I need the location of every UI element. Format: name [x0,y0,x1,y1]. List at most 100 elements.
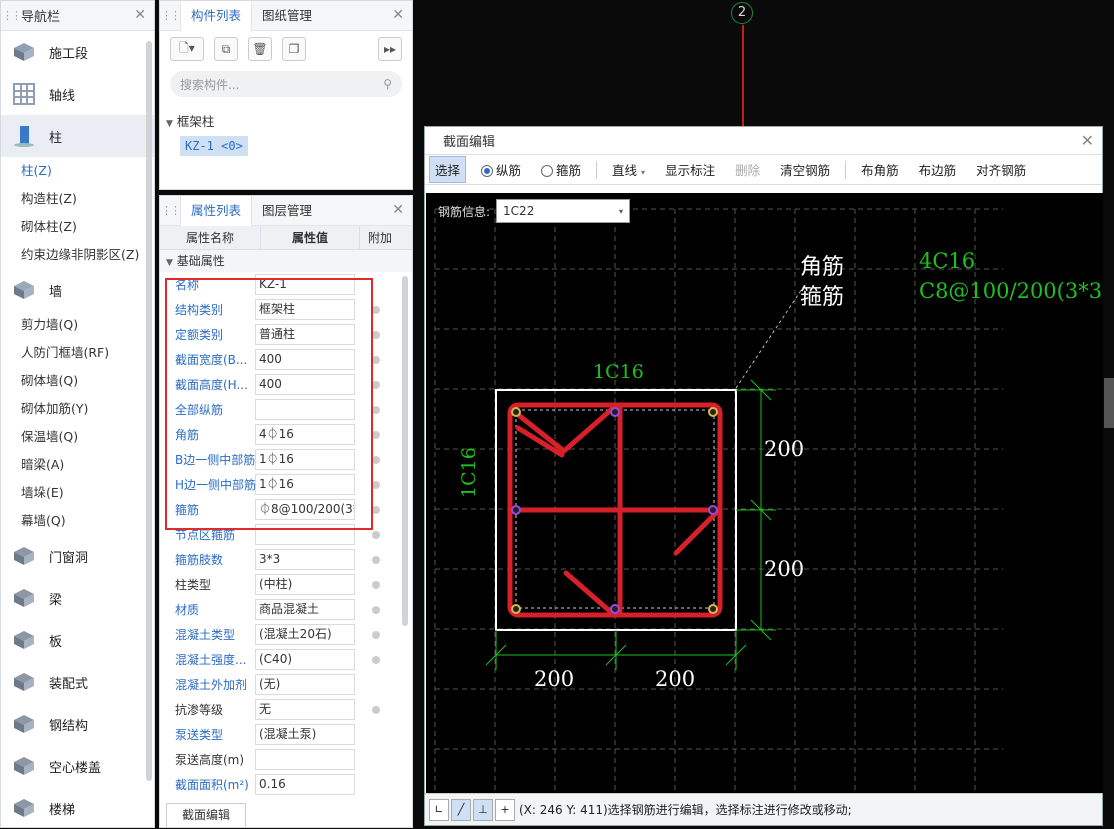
dim-bottom-2[interactable]: 200 [655,667,695,691]
props-scrollbar[interactable] [402,276,408,626]
dim-bottom-1[interactable]: 200 [534,667,574,691]
nav-item-construction-segment[interactable]: 施工段 [1,31,154,73]
nav-item-beam[interactable]: 梁 [1,577,154,619]
close-icon[interactable]: ✕ [1081,131,1094,150]
property-value-input[interactable]: 无 [255,699,355,720]
property-value-input[interactable]: (C40) [255,649,355,670]
show-label-button[interactable]: 显示标注 [660,157,720,182]
line-mode-icon[interactable]: ╱ [451,798,471,821]
property-value-input[interactable] [255,524,355,545]
close-icon[interactable]: ✕ [392,202,404,218]
clear-rebar-button[interactable]: 清空钢筋 [775,157,835,182]
tab-property-list[interactable]: 属性列表 [180,195,253,226]
extra-checkbox-icon[interactable] [372,355,380,364]
extra-checkbox-icon[interactable] [372,405,380,414]
extra-checkbox-icon[interactable] [372,455,380,464]
left-edge-label[interactable]: 1C16 [458,447,480,498]
nav-subitem[interactable]: 柱(Z) [1,157,154,185]
extra-checkbox-icon[interactable] [372,430,380,439]
nav-item-door-window[interactable]: 门窗洞 [1,535,154,577]
extra-checkbox-icon[interactable] [372,630,380,639]
extra-checkbox-icon[interactable] [372,480,380,489]
extra-checkbox-icon[interactable] [372,330,380,339]
add-icon[interactable]: + [495,798,515,821]
new-component-icon[interactable]: 🗋▾ [170,37,204,61]
copy-icon[interactable]: ⧉ [214,37,238,61]
property-value-input[interactable]: 商品混凝土 [255,599,355,620]
nav-subitem[interactable]: 保温墙(Q) [1,423,154,451]
search-input[interactable]: 搜索构件... ⚲ [170,71,402,97]
property-value-input[interactable]: 1⏀16 [255,474,355,495]
tab-section-edit[interactable]: 截面编辑 [166,803,246,827]
property-value-input[interactable]: 3*3 [255,549,355,570]
extra-checkbox-icon[interactable] [372,655,380,664]
section-canvas[interactable]: 角筋 箍筋 4C16 C8@100/200(3*3 1C16 1C16 200 … [426,193,1103,793]
nav-subitem[interactable]: 暗梁(A) [1,451,154,479]
delete-icon[interactable]: 🗑 [248,37,272,61]
nav-item-slab[interactable]: 板 [1,619,154,661]
property-value-input[interactable]: (混凝土20石) [255,624,355,645]
property-value-input[interactable]: (无) [255,674,355,695]
nav-item-grid-axis[interactable]: 轴线 [1,73,154,115]
drag-grip-icon[interactable]: ⋮⋮ [1,10,22,21]
label-corner-text[interactable]: 角筋 [800,249,844,281]
property-value-input[interactable] [255,749,355,770]
nav-subitem[interactable]: 砌体墙(Q) [1,367,154,395]
nav-subitem[interactable]: 幕墙(Q) [1,507,154,535]
property-value-input[interactable]: 普通柱 [255,324,355,345]
expand-icon[interactable]: ▸▸ [378,37,402,61]
stirrup-radio[interactable]: 箍筋 [536,157,586,182]
extra-checkbox-icon[interactable] [372,605,380,614]
value-stirrup-text[interactable]: C8@100/200(3*3 [919,279,1102,303]
nav-item-hollow-floor[interactable]: 空心楼盖 [1,745,154,787]
extra-checkbox-icon[interactable] [372,305,380,314]
corner-rebar-button[interactable]: 布角筋 [856,157,904,182]
copy-to-floor-icon[interactable]: ❐ [282,37,306,61]
extra-checkbox-icon[interactable] [372,705,380,714]
dialog-titlebar[interactable]: 截面编辑 ✕ [425,127,1102,155]
tab-component-list[interactable]: 构件列表 [180,0,253,31]
label-stirrup-text[interactable]: 箍筋 [800,279,844,311]
section-basic[interactable]: ▼ 基础属性 [160,250,412,272]
top-edge-label[interactable]: 1C16 [593,361,644,383]
extra-checkbox-icon[interactable] [372,380,380,389]
property-value-input[interactable]: (混凝土泵) [255,724,355,745]
tab-layer-manage[interactable]: 图层管理 [252,196,322,226]
rebar-info-select[interactable]: 1C22 ▾ [496,199,631,223]
nav-scrollbar[interactable] [146,41,152,781]
edge-rebar-button[interactable]: 布边筋 [914,157,962,182]
collapse-arrow-icon[interactable]: ▼ [166,119,173,129]
nav-item-prefab[interactable]: 装配式 [1,661,154,703]
nav-subitem[interactable]: 砌体加筋(Y) [1,395,154,423]
dim-right-2[interactable]: 200 [764,557,804,581]
drag-grip-icon[interactable]: ⋮⋮ [160,205,181,216]
close-icon[interactable]: ✕ [392,7,404,23]
nav-subitem[interactable]: 墙垛(E) [1,479,154,507]
property-value-input[interactable]: 框架柱 [255,299,355,320]
dim-right-1[interactable]: 200 [764,437,804,461]
extra-checkbox-icon[interactable] [372,580,380,589]
nav-item-column[interactable]: 柱 [1,115,154,157]
delete-button[interactable]: 删除 [730,157,765,182]
property-value-input[interactable]: 1⏀16 [255,449,355,470]
value-corner-text[interactable]: 4C16 [919,249,975,273]
extra-checkbox-icon[interactable] [372,555,380,564]
align-rebar-button[interactable]: 对齐钢筋 [971,157,1031,182]
extra-checkbox-icon[interactable] [372,505,380,514]
nav-subitem[interactable]: 人防门框墙(RF) [1,339,154,367]
select-button[interactable]: 选择 [429,156,467,183]
nav-item-stair[interactable]: 楼梯 [1,787,154,829]
property-value-input[interactable]: 0.16 [255,774,355,795]
property-value-input[interactable]: 4⏀16 [255,424,355,445]
drag-grip-icon[interactable]: ⋮⋮ [160,10,181,21]
extra-checkbox-icon[interactable] [372,530,380,539]
nav-subitem[interactable]: 砌体柱(Z) [1,213,154,241]
line-dropdown[interactable]: 直线 ▾ [607,157,650,182]
tab-drawing-manage[interactable]: 图纸管理 [252,1,322,31]
close-icon[interactable]: ✕ [134,7,146,23]
ortho-icon[interactable]: ∟ [429,798,449,821]
tree-item-kz1[interactable]: KZ-1 <0> [180,136,248,156]
nav-item-wall[interactable]: 墙 [1,269,154,311]
property-value-input[interactable]: (中柱) [255,574,355,595]
tree-group[interactable]: ▼ 框架柱 [160,101,412,130]
